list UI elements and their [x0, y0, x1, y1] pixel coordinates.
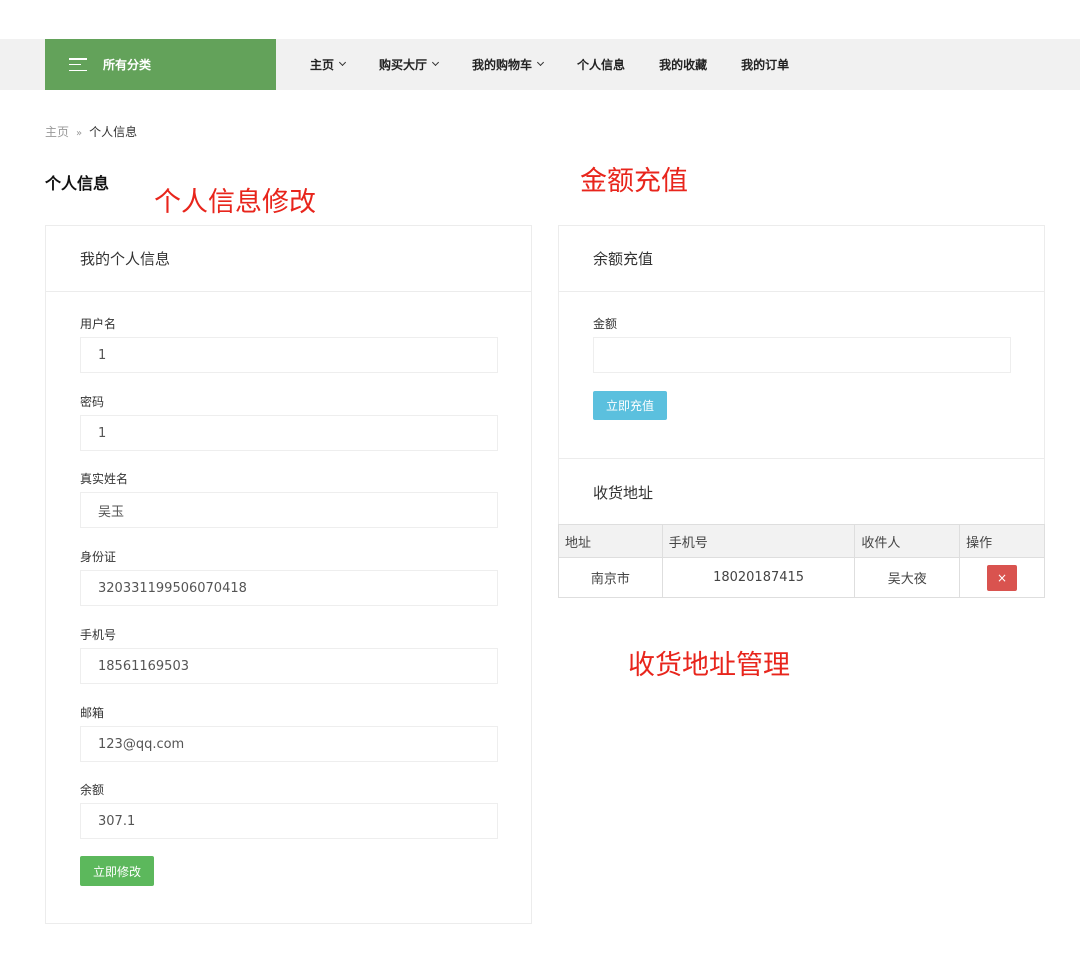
- nav-item-label: 我的收藏: [659, 58, 708, 72]
- annotation-profile-edit: 个人信息修改: [154, 187, 316, 218]
- column-header-address: 地址: [558, 524, 663, 558]
- recharge-panel: 余额充值 金额 立即充值 收货地址: [558, 225, 1045, 524]
- nav-menu: 主页 购买大厅 我的购物车 个人信息 我的收藏 我的订单: [310, 39, 823, 90]
- idcard-label: 身份证: [80, 550, 117, 564]
- nav-item-label: 我的购物车: [472, 58, 533, 72]
- nav-item-cart[interactable]: 我的购物车: [472, 56, 545, 73]
- breadcrumb-home-link[interactable]: 主页: [45, 125, 69, 139]
- amount-label: 金额: [593, 317, 618, 331]
- balance-label: 余额: [80, 783, 105, 797]
- chevron-down-icon: [537, 58, 545, 67]
- breadcrumb: 主页 » 个人信息: [45, 123, 137, 140]
- address-section-title: 收货地址: [593, 484, 654, 502]
- username-label: 用户名: [80, 317, 117, 331]
- annotation-address-management: 收货地址管理: [628, 650, 790, 681]
- chevron-down-icon: [338, 58, 347, 67]
- delete-address-button[interactable]: ×: [987, 564, 1018, 591]
- realname-field[interactable]: 吴玉: [80, 492, 498, 528]
- nav-item-label: 我的订单: [741, 58, 790, 72]
- column-header-receiver: 收件人: [854, 524, 961, 558]
- profile-panel: 我的个人信息 用户名 1 密码 1 真实姓名 吴玉 身份证 3203311995…: [45, 225, 532, 924]
- nav-item-orders[interactable]: 我的订单: [741, 56, 789, 73]
- nav-item-label: 主页: [310, 58, 335, 72]
- nav-item-favorites[interactable]: 我的收藏: [659, 56, 707, 73]
- profile-panel-title: 我的个人信息: [46, 226, 531, 292]
- nav-item-market[interactable]: 购买大厅: [379, 56, 440, 73]
- page-title: 个人信息: [45, 174, 110, 193]
- breadcrumb-current: 个人信息: [89, 125, 138, 139]
- table-header-row: 地址 手机号 收件人 操作: [558, 524, 1045, 558]
- nav-item-label: 购买大厅: [379, 58, 428, 72]
- email-field[interactable]: 123@qq.com: [80, 726, 498, 762]
- table-row: 南京市 18020187415 吴大夜 ×: [558, 557, 1045, 598]
- breadcrumb-separator: »: [76, 128, 83, 139]
- recharge-panel-title: 余额充值: [559, 226, 1044, 292]
- nav-item-home[interactable]: 主页: [310, 56, 347, 73]
- recharge-button[interactable]: 立即充值: [593, 391, 667, 420]
- password-field[interactable]: 1: [80, 415, 498, 451]
- column-header-phone: 手机号: [661, 524, 856, 558]
- address-cell: 南京市: [558, 557, 663, 598]
- realname-label: 真实姓名: [80, 472, 129, 486]
- balance-field[interactable]: 307.1: [80, 803, 498, 839]
- phone-field[interactable]: 18561169503: [80, 648, 498, 684]
- amount-input[interactable]: [593, 337, 1011, 373]
- menu-icon: [69, 58, 87, 71]
- column-header-actions: 操作: [959, 524, 1045, 558]
- password-label: 密码: [80, 395, 105, 409]
- phone-cell: 18020187415: [661, 557, 856, 598]
- all-categories-button[interactable]: 所有分类: [45, 39, 276, 90]
- actions-cell: ×: [959, 557, 1045, 598]
- chevron-down-icon: [431, 58, 440, 67]
- annotation-recharge: 金额充值: [580, 166, 688, 197]
- nav-item-label: 个人信息: [577, 58, 626, 72]
- save-profile-button[interactable]: 立即修改: [80, 856, 154, 886]
- receiver-cell: 吴大夜: [854, 557, 961, 598]
- top-navbar: 所有分类 主页 购买大厅 我的购物车 个人信息 我的收藏 我的订单: [0, 39, 1080, 90]
- all-categories-label: 所有分类: [103, 58, 152, 72]
- phone-label: 手机号: [80, 628, 117, 642]
- address-table: 地址 手机号 收件人 操作 南京市 18020187415 吴大夜 ×: [558, 524, 1045, 598]
- idcard-field[interactable]: 320331199506070418: [80, 570, 498, 606]
- email-label: 邮箱: [80, 706, 105, 720]
- nav-item-profile[interactable]: 个人信息: [577, 56, 625, 73]
- username-field[interactable]: 1: [80, 337, 498, 373]
- section-divider: [559, 458, 1044, 459]
